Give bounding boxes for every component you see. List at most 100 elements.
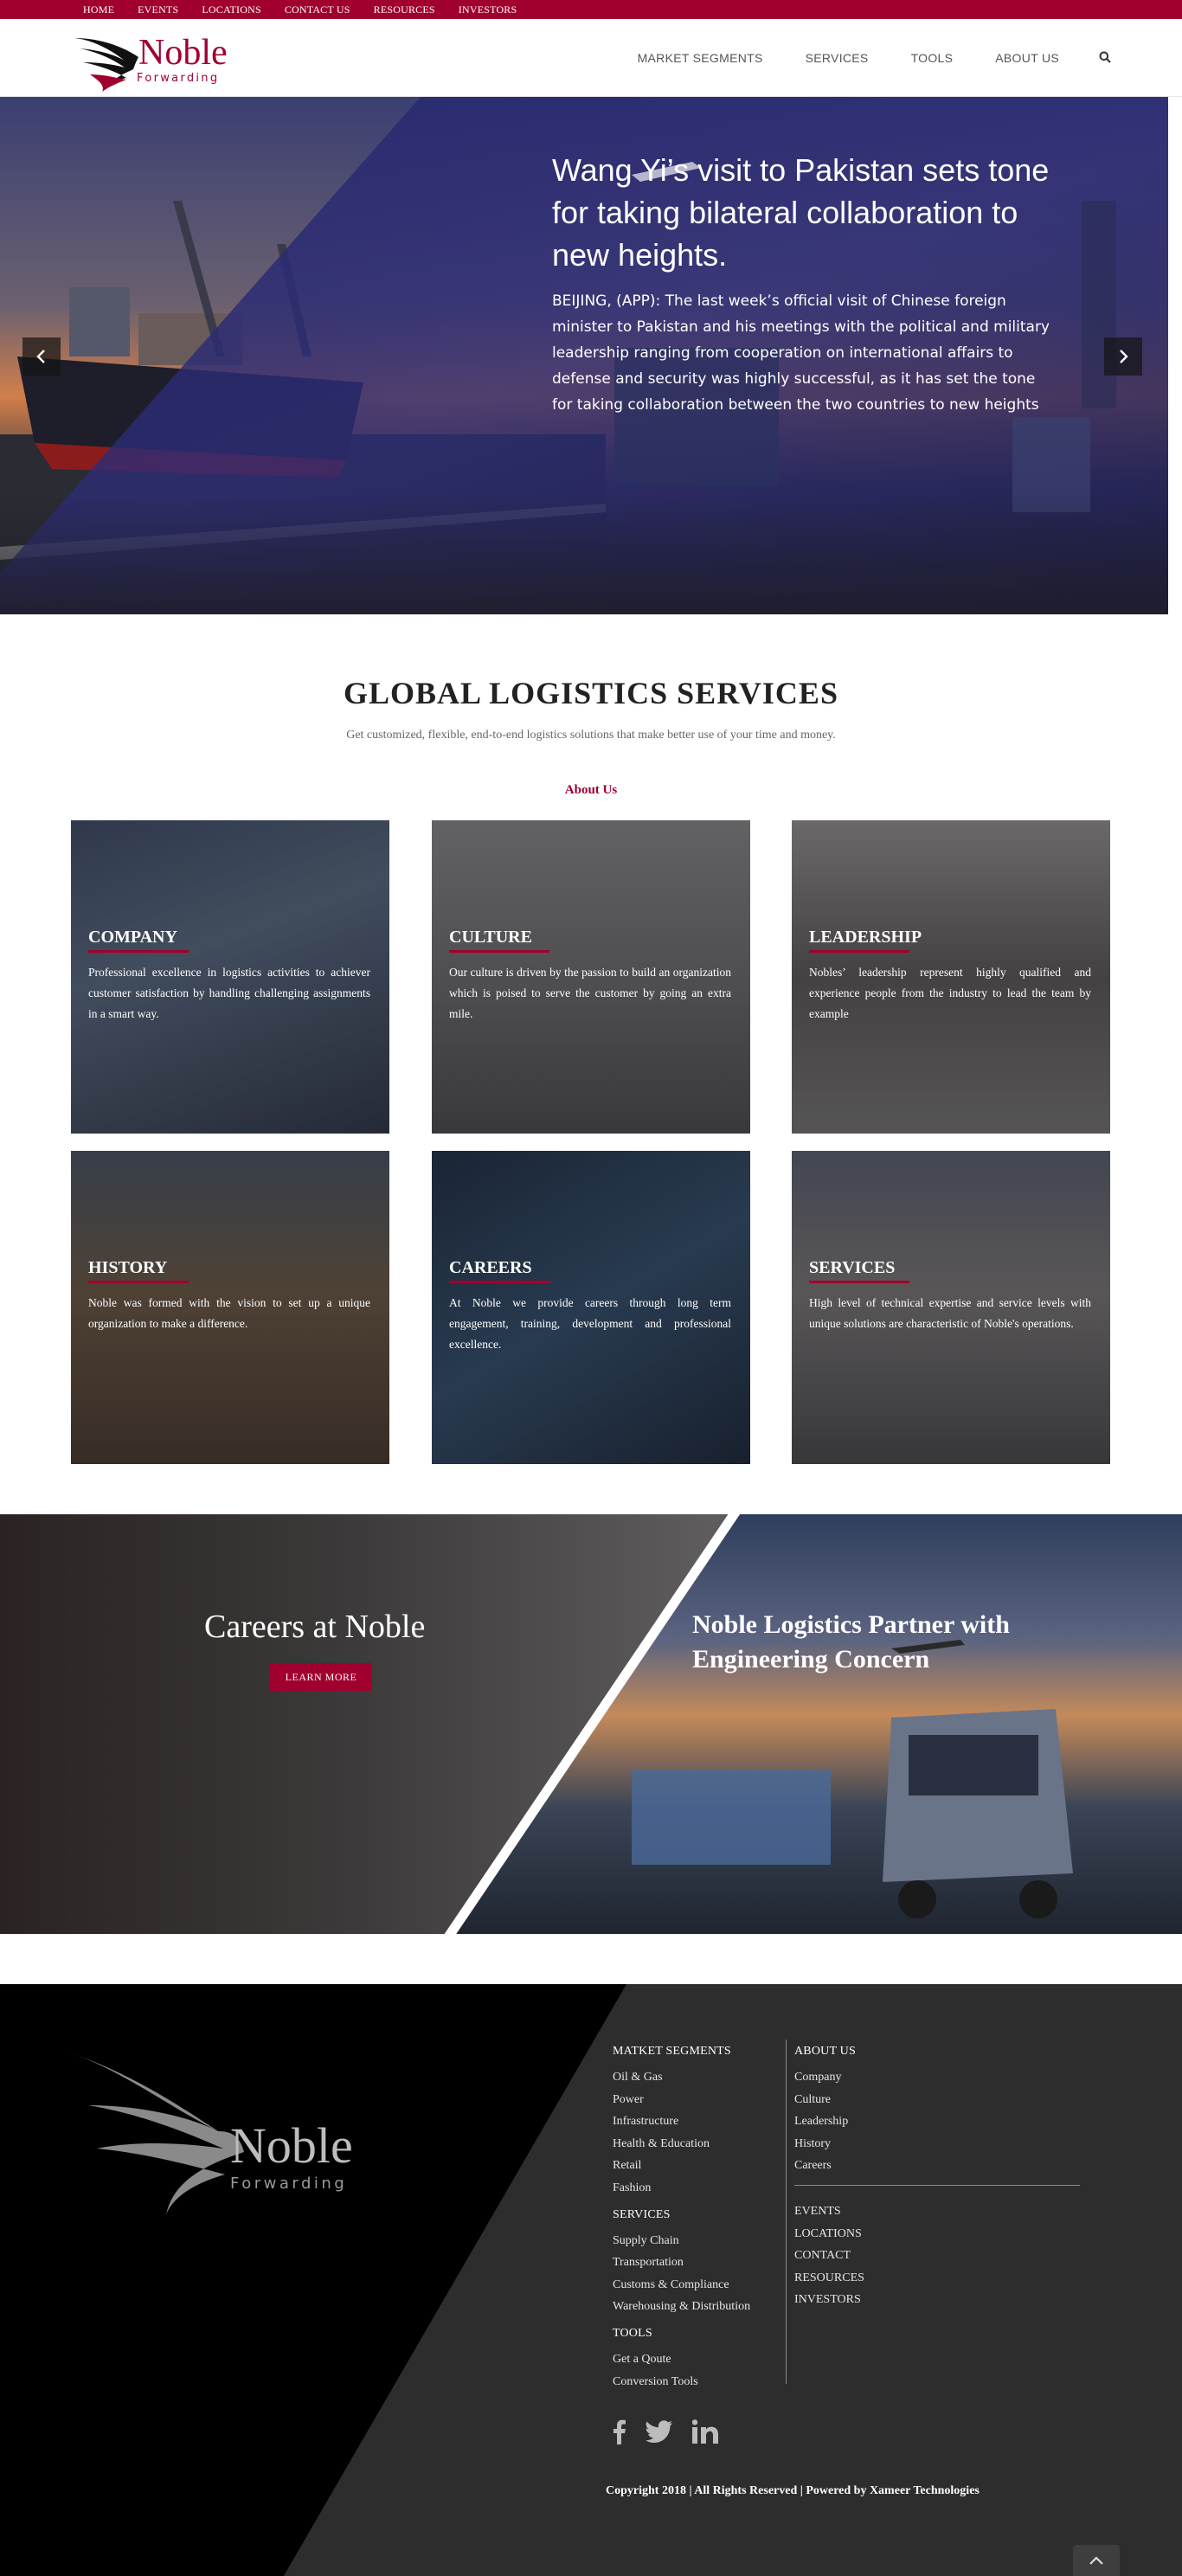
site-header: Noble Forwarding MARKET SEGMENTS SERVICE… [0, 19, 1182, 97]
footer-link-conversion-tools[interactable]: Conversion Tools [613, 2371, 750, 2393]
search-icon[interactable] [1099, 51, 1113, 65]
footer-link-company[interactable]: Company [794, 2066, 856, 2089]
nav-market-segments[interactable]: MARKET SEGMENTS [638, 51, 763, 65]
footer-logo-bird-icon [71, 2053, 244, 2214]
footer-column-about: ABOUT US Company Culture Leadership Hist… [794, 2045, 856, 2177]
about-us-link[interactable]: About Us [0, 783, 1182, 798]
footer-link-resources[interactable]: RESOURCES [794, 2267, 864, 2290]
topbar-link-events[interactable]: EVENTS [138, 0, 178, 19]
footer-link-culture[interactable]: Culture [794, 2089, 856, 2111]
card-text: High level of technical expertise and se… [809, 1296, 1091, 1330]
footer-heading-services[interactable]: SERVICES [613, 2208, 750, 2222]
copyright-text: Copyright 2018 | All Rights Reserved | P… [606, 2484, 980, 2497]
card-text: Nobles’ leadership represent highly qual… [809, 966, 1091, 1020]
card-title: CULTURE [449, 928, 532, 947]
footer-link-fashion[interactable]: Fashion [613, 2177, 750, 2200]
footer-link-transportation[interactable]: Transportation [613, 2252, 750, 2274]
card-title-rule [88, 1281, 189, 1283]
footer-vertical-divider [786, 2040, 787, 2384]
footer-logo[interactable]: Noble Forwarding [71, 2045, 365, 2218]
card-title-rule [449, 950, 549, 953]
footer-spacer [613, 2200, 750, 2208]
hero-title: Wang Yi’s visit to Pakistan sets tone fo… [552, 152, 1050, 273]
topbar-link-home[interactable]: HOME [83, 0, 114, 19]
card-text: Our culture is driven by the passion to … [449, 966, 731, 1020]
footer-link-customs[interactable]: Customs & Compliance [613, 2274, 750, 2297]
card-text: Professional excellence in logistics act… [88, 966, 370, 1020]
card-title: LEADERSHIP [809, 928, 922, 947]
logo-tagline: Forwarding [137, 72, 220, 85]
footer-horizontal-divider [794, 2185, 1080, 2186]
card-services[interactable]: SERVICES High level of technical experti… [792, 1151, 1110, 1464]
nav-about-us[interactable]: ABOUT US [995, 51, 1059, 65]
footer-heading-about[interactable]: ABOUT US [794, 2045, 856, 2059]
card-title-rule [809, 950, 909, 953]
footer-link-get-quote[interactable]: Get a Qoute [613, 2348, 750, 2371]
hero-body: BEIJING, (APP): The last week’s official… [552, 292, 1050, 414]
social-links [611, 2419, 718, 2444]
footer-spacer [613, 2318, 750, 2327]
site-footer: Noble Forwarding MATKET SEGMENTS Oil & G… [0, 1984, 1182, 2576]
card-text: Noble was formed with the vision to set … [88, 1296, 370, 1330]
services-title: GLOBAL LOGISTICS SERVICES [344, 676, 838, 710]
footer-link-events[interactable]: EVENTS [794, 2200, 864, 2223]
footer-link-careers[interactable]: Careers [794, 2155, 856, 2177]
logo-wordmark: Noble [138, 33, 228, 73]
footer-column-segments: MATKET SEGMENTS Oil & Gas Power Infrastr… [613, 2045, 750, 2393]
footer-link-health-education[interactable]: Health & Education [613, 2133, 750, 2155]
linkedin-icon[interactable] [692, 2419, 718, 2444]
footer-link-contact[interactable]: CONTACT [794, 2245, 864, 2267]
chevron-up-icon [1089, 2556, 1103, 2565]
footer-link-history[interactable]: History [794, 2133, 856, 2155]
topbar-link-investors[interactable]: INVESTORS [459, 0, 517, 19]
chevron-right-icon [1120, 350, 1128, 363]
card-company[interactable]: COMPANY Professional excellence in logis… [71, 820, 389, 1134]
footer-link-leadership[interactable]: Leadership [794, 2110, 856, 2133]
card-text: At Noble we provide careers through long… [449, 1296, 731, 1351]
card-history[interactable]: HISTORY Noble was formed with the vision… [71, 1151, 389, 1464]
card-title: HISTORY [88, 1258, 168, 1277]
card-title-rule [809, 1281, 909, 1283]
card-culture[interactable]: CULTURE Our culture is driven by the pas… [432, 820, 750, 1134]
hero-caption: Wang Yi’s visit to Pakistan sets tone fo… [552, 149, 1054, 418]
footer-link-retail[interactable]: Retail [613, 2155, 750, 2177]
top-utility-bar: HOME EVENTS LOCATIONS CONTACT US RESOURC… [0, 0, 1182, 19]
footer-link-investors[interactable]: INVESTORS [794, 2289, 864, 2311]
logo-bird-icon [74, 38, 138, 92]
footer-column-extra: EVENTS LOCATIONS CONTACT RESOURCES INVES… [794, 2200, 864, 2311]
hero-prev-button[interactable] [22, 337, 61, 376]
topbar-link-resources[interactable]: RESOURCES [374, 0, 435, 19]
footer-logo-tagline: Forwarding [230, 2175, 348, 2193]
learn-more-button[interactable]: LEARN MORE [270, 1663, 372, 1691]
card-title: COMPANY [88, 928, 177, 947]
hero-next-button[interactable] [1104, 337, 1142, 376]
nav-services[interactable]: SERVICES [806, 51, 869, 65]
card-leadership[interactable]: LEADERSHIP Nobles’ leadership represent … [792, 820, 1110, 1134]
footer-heading-tools[interactable]: TOOLS [613, 2327, 750, 2341]
topbar-link-locations[interactable]: LOCATIONS [202, 0, 260, 19]
chevron-left-icon [36, 350, 45, 363]
footer-link-supply-chain[interactable]: Supply Chain [613, 2230, 750, 2252]
split-banner: Careers at Noble LEARN MORE Noble Logist… [0, 1514, 1182, 1934]
site-logo[interactable]: Noble Forwarding [71, 26, 235, 92]
nav-tools[interactable]: TOOLS [911, 51, 954, 65]
footer-link-infrastructure[interactable]: Infrastructure [613, 2110, 750, 2133]
topbar-link-contact[interactable]: CONTACT US [285, 0, 350, 19]
twitter-icon[interactable] [646, 2420, 673, 2443]
careers-title: Careers at Noble [204, 1609, 426, 1645]
facebook-icon[interactable] [611, 2419, 626, 2444]
back-to-top-button[interactable] [1073, 2545, 1120, 2576]
partner-truck-image [632, 1640, 1073, 1918]
card-careers[interactable]: CAREERS At Noble we provide careers thro… [432, 1151, 750, 1464]
footer-link-locations[interactable]: LOCATIONS [794, 2223, 864, 2245]
card-title-rule [449, 1281, 549, 1283]
footer-logo-wordmark: Noble [230, 2117, 353, 2174]
services-subtitle: Get customized, flexible, end-to-end log… [346, 729, 836, 742]
card-title-rule [88, 950, 189, 953]
hero-road-overlay [0, 493, 1168, 614]
footer-link-warehousing[interactable]: Warehousing & Distribution [613, 2296, 750, 2318]
footer-link-power[interactable]: Power [613, 2089, 750, 2111]
hero-slider: Wang Yi’s visit to Pakistan sets tone fo… [0, 97, 1168, 614]
footer-link-oil-gas[interactable]: Oil & Gas [613, 2066, 750, 2089]
footer-heading-segments[interactable]: MATKET SEGMENTS [613, 2045, 750, 2059]
